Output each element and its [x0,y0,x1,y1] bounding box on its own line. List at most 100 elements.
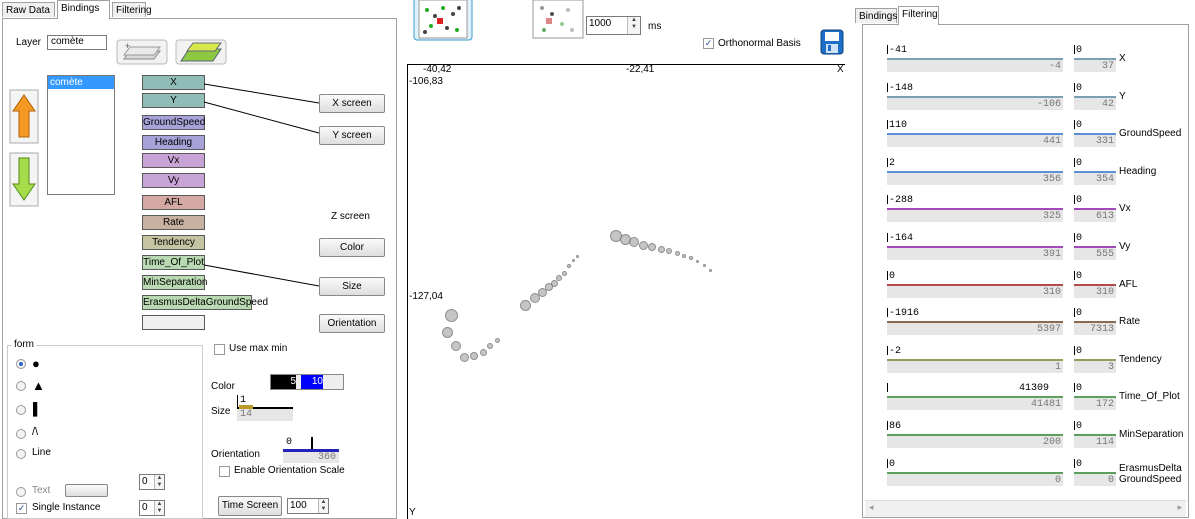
filter-range-b[interactable]: 03 [1074,345,1116,373]
filter-range-b[interactable]: 0 172 [1074,383,1116,411]
plot-point [708,268,712,272]
use-max-min-checkbox[interactable] [214,344,225,355]
tab-bindings[interactable]: Bindings [57,0,110,19]
filter-range-a[interactable]: 86 200 [887,421,1063,448]
filter-range-b[interactable]: 0 613 [1074,195,1116,223]
time-screen-button[interactable]: Time Screen [218,496,282,516]
filter-field-name: Y [1119,90,1126,102]
filter-offset-max: 37 [1101,61,1114,72]
enable-orientation-checkbox[interactable] [219,466,230,477]
filter-range-b[interactable]: 0 42 [1074,82,1116,110]
tab-right-bindings[interactable]: Bindings [855,8,897,23]
size-range[interactable]: 1 14 [237,395,293,421]
color-label: Color [211,381,235,392]
save-icon[interactable] [820,29,844,55]
interval-spinner[interactable]: 1000 ▲ ▼ [586,16,641,35]
tab-raw-data[interactable]: Raw Data [2,2,55,17]
plot-point [487,343,493,349]
filter-range-a[interactable]: -2 1 [887,345,1063,373]
orthonormal-checkbox[interactable]: ✓ [703,38,714,49]
filter-max: 200 [1042,437,1061,448]
orientation-range[interactable]: 0 360 [283,437,339,463]
shape-circle-radio[interactable] [16,359,26,369]
visualization-area[interactable]: 1000 ▲ ▼ ms ✓ Orthonormal Basis -40,42 -2… [401,0,848,519]
single-instance-spinner[interactable]: 0 ▲ ▼ [139,500,165,516]
filter-field-name: GroundSpeed [1119,128,1182,140]
filter-range-a[interactable]: 110 441 [887,120,1063,148]
horizontal-scrollbar[interactable]: ◂ ▸ [865,500,1186,517]
scroll-left-icon[interactable]: ◂ [869,502,874,513]
filter-field-name: Rate [1119,316,1141,328]
filter-range-a[interactable]: -288 325 [887,195,1063,223]
filter-range-b[interactable]: 0 555 [1074,233,1116,260]
plot-point [648,243,656,251]
filter-field-name: ErasmusDeltaGroundSpeed [1119,462,1182,485]
filter-range-a[interactable]: 41309 41481 [887,383,1063,411]
filter-min: -1916 [889,308,920,320]
y-axis [407,64,408,519]
color-from[interactable]: 5 [271,375,296,389]
filter-range-a[interactable]: -164 391 [887,233,1063,260]
spinner-arrows-icon[interactable]: ▲ ▼ [154,475,164,489]
filter-range-a[interactable]: -148 -106 [887,82,1063,110]
filter-range-a[interactable]: -41 -4 [887,45,1063,72]
filtering-panel: -41 -4 0 37 X -148 -106 0 42 Y 110 441 0 331 GroundSpe… [862,24,1189,518]
filter-range-b[interactable]: 0 114 [1074,421,1116,448]
filter-field-name: Tendency [1119,353,1162,365]
time-screen-spinner[interactable]: 100 ▲ ▼ [287,498,329,514]
filter-range-a[interactable]: -1916 5397 [887,308,1063,336]
filter-range-b[interactable]: 0 7313 [1074,308,1116,336]
filter-range-b[interactable]: 0 310 [1074,270,1116,298]
orientation-handle[interactable] [311,437,313,449]
filter-max: -106 [1036,98,1061,110]
filter-range-a[interactable]: 2 356 [887,157,1063,185]
x-left-tick: -40,42 [423,64,452,75]
orientation-screen-button[interactable]: Orientation [319,314,385,333]
shape-triangle-radio[interactable] [16,381,26,391]
filter-min: 2 [889,157,896,169]
filter-range-b[interactable]: 0 331 [1074,120,1116,148]
shape-bar-radio[interactable] [16,405,26,415]
filter-range-a[interactable]: 00 [887,458,1063,486]
y-axis-label: Y [409,507,416,518]
filter-max: 310 [1042,286,1061,298]
y-mid-tick: -127,04 [409,291,443,302]
text-font-button[interactable] [65,484,108,497]
filter-range-a[interactable]: 0 310 [887,270,1063,298]
x-screen-button[interactable]: X screen [319,94,385,113]
filter-min: -2 [889,345,902,357]
shape-line-radio[interactable] [16,449,26,459]
spinner-arrows-icon[interactable]: ▲ ▼ [154,501,164,515]
plot-point [695,259,699,263]
color-range[interactable]: 5 10 [270,374,344,390]
tab-filtering[interactable]: Filtering [112,2,152,17]
plot-point [479,348,487,356]
bindings-panel: Layer comète comète + X Y GroundSpeed Headi… [2,18,397,519]
text-radio[interactable] [16,487,26,497]
orthonormal-label: Orthonormal Basis [718,38,801,49]
y-screen-button[interactable]: Y screen [319,126,385,145]
play-animation-icon[interactable] [413,0,473,42]
spinner-arrows-icon[interactable]: ▲ ▼ [627,17,640,34]
tab-right-filtering[interactable]: Filtering [898,6,939,25]
scroll-right-icon[interactable]: ▸ [1177,502,1182,513]
filter-range-b[interactable]: 0 354 [1074,157,1116,185]
step-animation-icon[interactable] [532,0,584,42]
filter-field-name: Vx [1119,203,1131,215]
filter-min: -164 [889,233,914,244]
size-screen-button[interactable]: Size [319,277,385,296]
filter-range-b[interactable]: 00 [1074,458,1116,486]
single-instance-checkbox[interactable]: ✓ [16,503,27,514]
size-label: Size [211,406,231,417]
color-to[interactable]: 10 [301,375,323,389]
plot-point [657,245,665,253]
single-instance-label: Single Instance [32,502,101,513]
filter-range-b[interactable]: 0 37 [1074,45,1116,72]
text-spinner[interactable]: 0 ▲ ▼ [139,474,165,490]
shape-caret-radio[interactable] [16,429,26,439]
filter-offset-max: 310 [1095,286,1114,298]
color-screen-button[interactable]: Color [319,238,385,257]
size-max: 14 [240,409,253,420]
spinner-arrows-icon[interactable]: ▲ ▼ [318,499,328,513]
filter-offset-max: 0 [1107,474,1114,486]
